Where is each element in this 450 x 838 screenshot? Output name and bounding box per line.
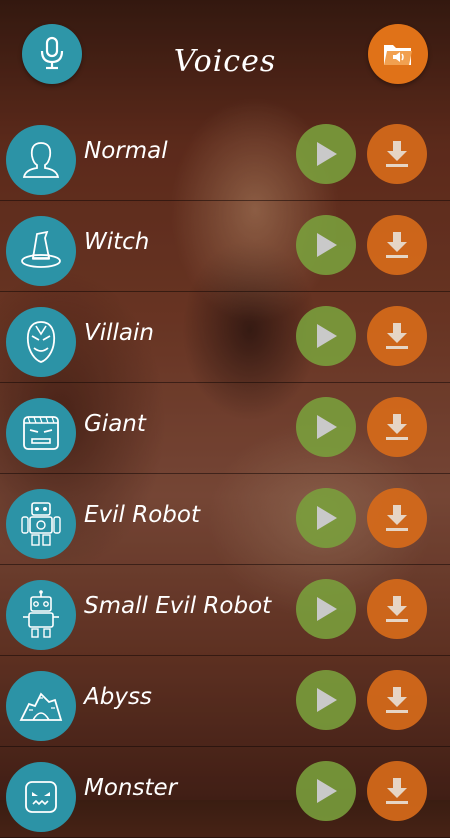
- play-button[interactable]: [296, 579, 356, 639]
- giant-face-icon: [17, 410, 65, 456]
- person-icon: [18, 137, 64, 183]
- app-header: Voices: [0, 0, 450, 110]
- download-icon: [383, 685, 411, 715]
- voice-label: Small Evil Robot: [84, 593, 272, 619]
- voice-avatar: [6, 671, 76, 741]
- sound-folder-icon: [381, 39, 415, 69]
- voice-label: Monster: [84, 775, 178, 801]
- voice-avatar: [6, 762, 76, 832]
- voice-row-abyss: Abyss: [0, 656, 450, 747]
- download-button[interactable]: [367, 761, 427, 821]
- voice-row-evil-robot: Evil Robot: [0, 474, 450, 565]
- voice-row-small-evil-robot: Small Evil Robot: [0, 565, 450, 656]
- download-button[interactable]: [367, 670, 427, 730]
- voice-label: Witch: [84, 229, 150, 255]
- download-button[interactable]: [367, 124, 427, 184]
- play-icon: [313, 504, 339, 532]
- cave-icon: [17, 686, 65, 726]
- voice-row-villain: Villain: [0, 292, 450, 383]
- villain-face-icon: [18, 318, 64, 366]
- play-icon: [313, 686, 339, 714]
- voice-avatar: [6, 125, 76, 195]
- voice-row-witch: Witch: [0, 201, 450, 292]
- download-button[interactable]: [367, 488, 427, 548]
- voice-avatar: [6, 216, 76, 286]
- download-icon: [383, 776, 411, 806]
- play-icon: [313, 595, 339, 623]
- download-button[interactable]: [367, 397, 427, 457]
- sound-folder-button[interactable]: [368, 24, 428, 84]
- voice-label: Normal: [84, 138, 168, 164]
- download-button[interactable]: [367, 306, 427, 366]
- voice-label: Giant: [84, 411, 146, 437]
- play-button[interactable]: [296, 488, 356, 548]
- voice-row-giant: Giant: [0, 383, 450, 474]
- play-button[interactable]: [296, 215, 356, 275]
- evil-robot-icon: [18, 499, 64, 549]
- voice-label: Abyss: [84, 684, 152, 710]
- voice-avatar: [6, 307, 76, 377]
- voice-avatar: [6, 398, 76, 468]
- download-icon: [383, 139, 411, 169]
- voice-label: Evil Robot: [84, 502, 200, 528]
- small-robot-icon: [19, 590, 63, 640]
- play-icon: [313, 322, 339, 350]
- download-icon: [383, 230, 411, 260]
- voice-avatar: [6, 580, 76, 650]
- voice-row-monster: Monster: [0, 747, 450, 838]
- play-button[interactable]: [296, 761, 356, 821]
- voice-list: Normal Witch Villain Giant Evil Robot Sm…: [0, 110, 450, 838]
- download-icon: [383, 321, 411, 351]
- witch-hat-icon: [17, 228, 65, 274]
- play-button[interactable]: [296, 124, 356, 184]
- play-icon: [313, 231, 339, 259]
- play-button[interactable]: [296, 397, 356, 457]
- download-icon: [383, 594, 411, 624]
- play-button[interactable]: [296, 306, 356, 366]
- voice-avatar: [6, 489, 76, 559]
- voice-label: Villain: [84, 320, 154, 346]
- download-button[interactable]: [367, 579, 427, 639]
- monster-icon: [18, 774, 64, 820]
- play-icon: [313, 140, 339, 168]
- voice-row-normal: Normal: [0, 110, 450, 201]
- play-icon: [313, 777, 339, 805]
- play-icon: [313, 413, 339, 441]
- play-button[interactable]: [296, 670, 356, 730]
- download-icon: [383, 503, 411, 533]
- download-button[interactable]: [367, 215, 427, 275]
- download-icon: [383, 412, 411, 442]
